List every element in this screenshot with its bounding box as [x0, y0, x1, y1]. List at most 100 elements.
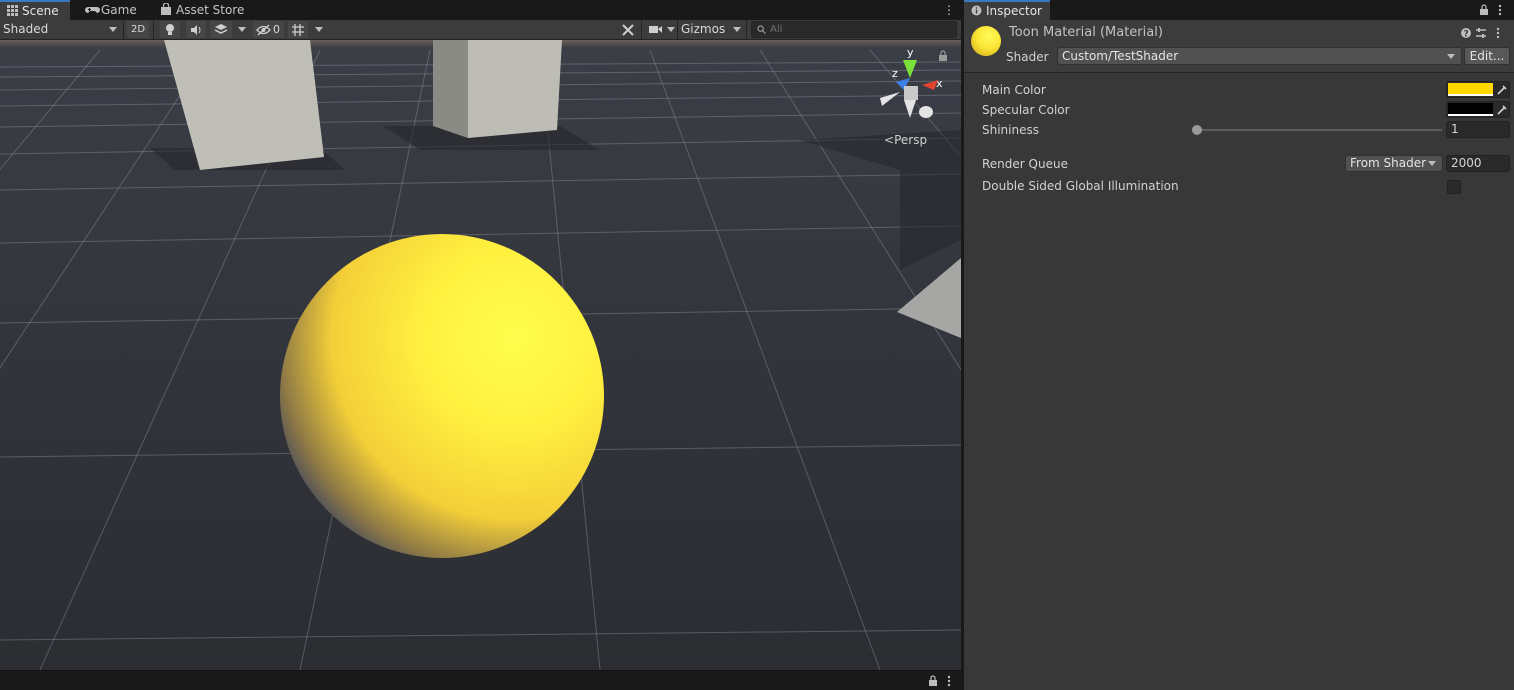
material-header-controls: ? — [1461, 27, 1500, 40]
double-sided-gi-checkbox[interactable] — [1447, 180, 1461, 194]
main-color-field[interactable] — [1446, 81, 1510, 98]
presets-icon[interactable] — [1476, 28, 1486, 38]
chevron-down-icon — [733, 27, 741, 32]
more-options-icon[interactable] — [1498, 4, 1502, 16]
material-preview-icon — [971, 26, 1001, 56]
scene-render — [0, 40, 961, 670]
shininess-input[interactable]: 1 — [1446, 121, 1510, 138]
effects-toggle-button[interactable] — [210, 21, 232, 38]
tab-scene[interactable]: Scene — [0, 0, 70, 20]
scene-window: Scene Game Asset Store ⋮ Shaded 2D 0 Giz… — [0, 0, 961, 690]
main-color-swatch[interactable] — [1448, 83, 1493, 96]
toolbar-divider — [123, 20, 124, 40]
info-icon — [971, 5, 982, 16]
render-queue-value: 2000 — [1451, 156, 1482, 170]
neg-x-cone — [880, 92, 900, 106]
shininess-slider-handle[interactable] — [1192, 125, 1202, 135]
bottom-statusbar — [0, 670, 961, 690]
search-icon — [757, 25, 766, 34]
2d-toggle-button[interactable]: 2D — [127, 21, 149, 38]
projection-label: Persp — [894, 133, 928, 147]
chevron-down-icon — [1447, 54, 1455, 59]
render-queue-dropdown[interactable]: From Shader — [1345, 155, 1443, 172]
eyedropper-icon[interactable] — [1495, 103, 1509, 116]
effects-dropdown[interactable] — [236, 20, 248, 39]
tools-icon — [622, 24, 634, 36]
gizmos-dropdown[interactable] — [729, 20, 745, 39]
gizmo-center-cube — [904, 86, 918, 100]
eyedropper-icon[interactable] — [1495, 83, 1509, 96]
grid-snapping-icon — [292, 24, 304, 36]
scene-toolbar: Shaded 2D 0 Gizmos All — [0, 20, 961, 40]
toolbar-divider — [641, 20, 642, 40]
gamepad-icon — [85, 7, 100, 13]
axis-x-label: x — [936, 77, 943, 90]
orientation-gizmo[interactable]: y z x — [876, 46, 948, 126]
tab-scene-label: Scene — [22, 4, 59, 18]
alpha-bar — [1448, 94, 1493, 96]
tab-inspector-label: Inspector — [986, 4, 1042, 18]
specular-color-label: Specular Color — [982, 103, 1070, 117]
shader-label: Shader — [1006, 50, 1049, 64]
neg-y-cone — [904, 100, 916, 118]
tab-asset-store[interactable]: Asset Store — [154, 0, 246, 20]
specular-color-field[interactable] — [1446, 101, 1510, 118]
projection-toggle[interactable]: <Persp — [884, 133, 927, 147]
scene-search-input[interactable]: All — [751, 21, 957, 38]
cube-object — [433, 40, 468, 138]
edit-shader-button[interactable]: Edit... — [1464, 47, 1510, 65]
toolbar-divider — [746, 20, 747, 40]
grid-snap-toggle-button[interactable] — [288, 21, 308, 38]
more-options-icon[interactable] — [947, 675, 951, 687]
chevron-down-icon — [238, 27, 246, 32]
tab-game[interactable]: Game — [79, 0, 151, 20]
material-header: Toon Material (Material) ? Shader Custom… — [964, 20, 1514, 73]
eye-slash-icon — [256, 24, 271, 36]
help-icon[interactable]: ? — [1461, 28, 1471, 40]
shininess-slider-track[interactable] — [1196, 129, 1442, 131]
specular-color-swatch[interactable] — [1448, 103, 1493, 116]
render-queue-input[interactable]: 2000 — [1446, 155, 1510, 172]
grid-options-dropdown[interactable] — [312, 20, 326, 39]
draw-mode-dropdown[interactable]: Shaded — [3, 20, 119, 39]
main-color-label: Main Color — [982, 83, 1046, 97]
chevron-down-icon — [315, 27, 323, 32]
draw-mode-value: Shaded — [3, 22, 49, 36]
neg-z-cone — [919, 106, 933, 118]
panel-controls — [929, 675, 951, 687]
inspector-window: Inspector Toon Material (Material) ? Sha… — [964, 0, 1514, 690]
chevron-down-icon — [667, 27, 675, 32]
gizmos-button[interactable]: Gizmos — [681, 20, 725, 39]
chevron-down-icon — [1428, 161, 1436, 166]
lock-icon[interactable] — [929, 675, 937, 686]
lighting-toggle-button[interactable] — [160, 21, 180, 38]
inspector-tab-controls — [1480, 4, 1502, 16]
shininess-label: Shininess — [982, 123, 1039, 137]
tab-inspector[interactable]: Inspector — [964, 0, 1050, 20]
scene-visibility-toggle[interactable]: 0 — [253, 21, 284, 38]
camera-dropdown[interactable] — [665, 20, 677, 39]
lock-icon[interactable] — [1480, 4, 1488, 15]
edit-shader-label: Edit... — [1469, 49, 1505, 63]
scene-tabbar: Scene Game Asset Store ⋮ — [0, 0, 961, 20]
2d-toggle-label: 2D — [130, 24, 146, 35]
shader-value: Custom/TestShader — [1062, 49, 1179, 63]
scene-tools-button[interactable] — [618, 21, 638, 38]
lightbulb-icon — [166, 24, 174, 35]
search-placeholder: All — [770, 24, 783, 35]
material-title: Toon Material (Material) — [1009, 25, 1163, 40]
svg-text:?: ? — [1464, 30, 1469, 40]
inspector-tabbar: Inspector — [964, 0, 1514, 20]
more-options-icon[interactable] — [1496, 27, 1500, 39]
scene-window-menu-icon[interactable]: ⋮ — [943, 2, 955, 18]
render-queue-mode: From Shader — [1350, 156, 1427, 170]
camera-settings-button[interactable] — [645, 21, 665, 38]
shader-dropdown[interactable]: Custom/TestShader — [1057, 47, 1462, 65]
audio-toggle-button[interactable] — [186, 21, 206, 38]
tab-asset-store-label: Asset Store — [176, 3, 245, 17]
double-sided-gi-label: Double Sided Global Illumination — [982, 179, 1179, 193]
speaker-icon — [190, 25, 200, 35]
tab-game-label: Game — [101, 3, 137, 17]
scene-viewport[interactable]: y z x <Persp — [0, 40, 961, 670]
axis-z-label: z — [892, 67, 898, 80]
